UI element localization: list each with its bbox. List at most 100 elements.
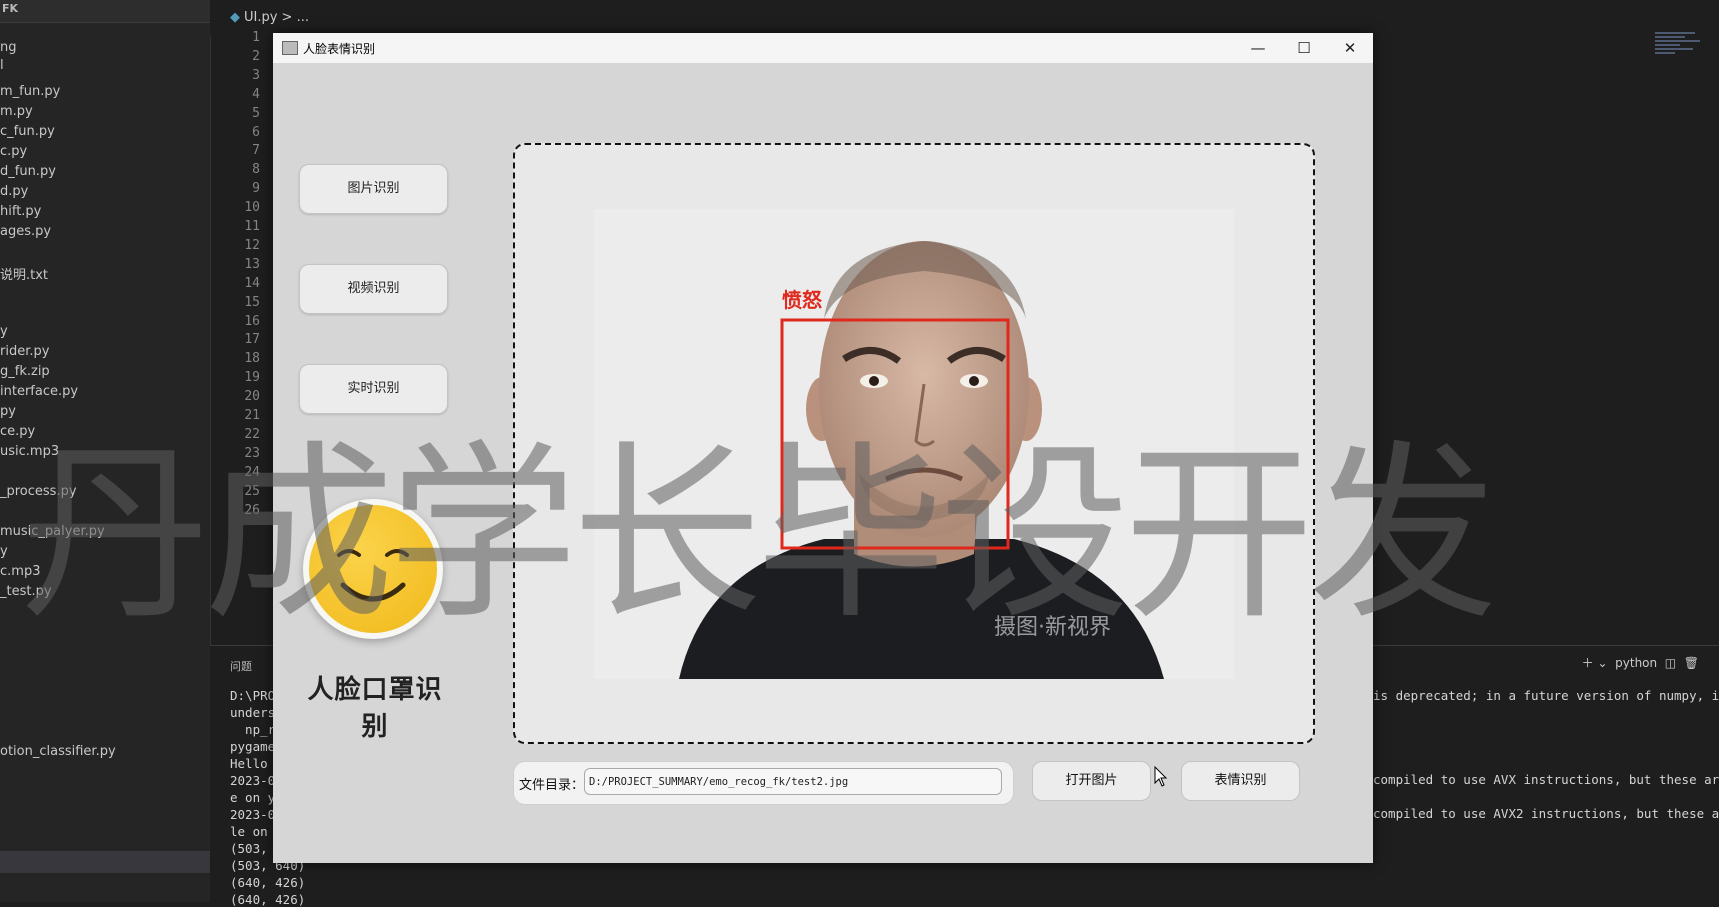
breadcrumb-text: UI.py > ... — [244, 10, 309, 25]
explorer-file-item[interactable]: m_fun.py — [0, 84, 60, 99]
terminal-line: e on y — [230, 790, 276, 805]
line-number: 7 — [252, 143, 260, 159]
explorer-file-item[interactable]: 说明.txt — [0, 264, 48, 283]
terminal-line: le on — [230, 824, 268, 839]
terminal-line: (640, 426) — [230, 875, 306, 890]
explorer-file-item[interactable]: hift.py — [0, 204, 41, 219]
terminal-line: is deprecated; in a future version of nu… — [1373, 688, 1719, 703]
terminal-shell-label[interactable]: python — [1615, 656, 1657, 670]
line-number: 26 — [244, 502, 260, 518]
file-path-group: 文件目录： D:/PROJECT_SUMMARY/emo_recog_fk/te… — [513, 761, 1014, 805]
line-number: 12 — [244, 237, 260, 253]
explorer-file-item[interactable]: otion_classifier.py — [0, 744, 116, 759]
image-recognition-button[interactable]: 图片识别 — [299, 164, 448, 214]
line-number: 2 — [252, 48, 260, 64]
explorer-file-item[interactable]: ng — [0, 40, 17, 55]
terminal-line: 2023-0 — [230, 807, 276, 822]
file-path-label: 文件目录： — [519, 778, 585, 793]
line-number: 8 — [252, 162, 260, 178]
line-number: 14 — [244, 275, 260, 291]
terminal-line: np_r — [230, 722, 276, 737]
panel-tab-problems[interactable]: 问题 — [230, 658, 252, 674]
line-number: 25 — [244, 483, 260, 499]
terminal-line: pygame — [230, 739, 276, 754]
line-number: 10 — [244, 200, 260, 216]
explorer-file-item[interactable]: g_fk.zip — [0, 364, 50, 379]
breadcrumb[interactable]: ◆ UI.py > ... — [230, 10, 309, 25]
file-path-input[interactable]: D:/PROJECT_SUMMARY/emo_recog_fk/test2.jp… — [584, 768, 1002, 795]
explorer-file-item[interactable]: usic.mp3 — [0, 444, 59, 459]
line-number: 15 — [244, 294, 260, 310]
explorer-file-item[interactable]: y — [0, 544, 8, 559]
explorer-file-item[interactable]: ce.py — [0, 424, 35, 439]
line-number: 13 — [244, 256, 260, 272]
line-number: 4 — [252, 86, 260, 102]
line-number: 20 — [244, 389, 260, 405]
face-photo: 愤怒 摄图·新视界 — [594, 209, 1234, 679]
line-number: 6 — [252, 124, 260, 140]
line-number: 24 — [244, 464, 260, 480]
terminal-line: D:\PRO — [230, 688, 276, 703]
explorer-file-item[interactable]: interface.py — [0, 384, 78, 399]
detection-label: 愤怒 — [782, 288, 822, 312]
app-window: 人脸表情识别 — ☐ ✕ 图片识别 视频识别 实时识别 人脸口罩识别 愤怒 摄图… — [273, 33, 1373, 863]
line-number: 19 — [244, 370, 260, 386]
terminal-line: compiled to use AVX instructions, but th… — [1373, 772, 1719, 787]
terminal-line: unders — [230, 705, 276, 720]
line-number: 17 — [244, 332, 260, 348]
terminal-line: Hello — [230, 756, 268, 771]
explorer-file-item[interactable]: y — [0, 324, 8, 339]
recognize-expression-button[interactable]: 表情识别 — [1181, 761, 1300, 801]
line-number: 21 — [244, 408, 260, 423]
terminal-line: 2023-0 — [230, 773, 276, 788]
file-path-value: D:/PROJECT_SUMMARY/emo_recog_fk/test2.jp… — [589, 776, 849, 788]
explorer-file-item[interactable]: _test.py — [0, 584, 52, 599]
terminal-line: compiled to use AVX2 instructions, but t… — [1373, 806, 1719, 821]
brand-title: 人脸口罩识别 — [307, 675, 443, 742]
minimap[interactable] — [1655, 30, 1710, 80]
explorer-file-item[interactable]: d.py — [0, 184, 28, 199]
trash-icon[interactable]: 🗑 — [1684, 656, 1699, 670]
explorer-file-item[interactable]: py — [0, 404, 16, 419]
python-file-icon: ◆ — [230, 10, 240, 25]
editor-tabbar: ◆ UI.py > ... — [210, 0, 1719, 35]
split-terminal-icon[interactable]: ◫ — [1665, 656, 1676, 670]
smiley-logo-icon — [303, 499, 443, 639]
line-number: 23 — [244, 445, 260, 461]
window-title: 人脸表情识别 — [303, 42, 376, 56]
line-number: 9 — [252, 181, 260, 197]
app-icon — [282, 41, 298, 55]
photo-watermark: 摄图·新视界 — [994, 615, 1111, 640]
maximize-button[interactable]: ☐ — [1281, 33, 1327, 63]
line-number: 18 — [244, 351, 260, 367]
window-titlebar[interactable]: 人脸表情识别 — ☐ ✕ — [273, 33, 1373, 63]
realtime-recognition-button[interactable]: 实时识别 — [299, 364, 448, 414]
line-number: 1 — [252, 30, 260, 45]
explorer-file-item[interactable]: d_fun.py — [0, 164, 56, 179]
explorer-file-item[interactable]: rider.py — [0, 344, 49, 359]
explorer-file-item[interactable]: m.py — [0, 104, 33, 119]
image-display-area: 愤怒 摄图·新视界 — [513, 143, 1315, 744]
line-number: 3 — [252, 67, 260, 83]
explorer-file-item[interactable]: ages.py — [0, 224, 51, 239]
line-number: 22 — [244, 426, 260, 442]
explorer-header: FK — [0, 0, 210, 23]
add-terminal-icon[interactable]: ＋ ⌄ — [1582, 656, 1608, 670]
minimize-button[interactable]: — — [1235, 33, 1281, 63]
close-button[interactable]: ✕ — [1327, 33, 1373, 63]
explorer-file-item[interactable]: music_palyer.py — [0, 524, 105, 539]
explorer-file-item[interactable]: c_fun.py — [0, 124, 55, 139]
video-recognition-button[interactable]: 视频识别 — [299, 264, 448, 314]
line-number: 16 — [244, 313, 260, 329]
open-image-button[interactable]: 打开图片 — [1032, 761, 1151, 801]
explorer-file-item[interactable]: _process.py — [0, 484, 77, 499]
explorer-selected-row[interactable] — [0, 851, 210, 873]
line-number: 11 — [244, 219, 260, 234]
line-number: 5 — [252, 105, 260, 121]
terminal-line: (640, 426) — [230, 892, 306, 907]
explorer-file-item[interactable]: l — [0, 58, 4, 73]
panel-toolbar: ＋ ⌄ python ◫ 🗑 — [1582, 654, 1699, 671]
terminal-line: (503, — [230, 841, 268, 856]
explorer-file-item[interactable]: c.py — [0, 144, 27, 159]
explorer-file-item[interactable]: c.mp3 — [0, 564, 40, 579]
